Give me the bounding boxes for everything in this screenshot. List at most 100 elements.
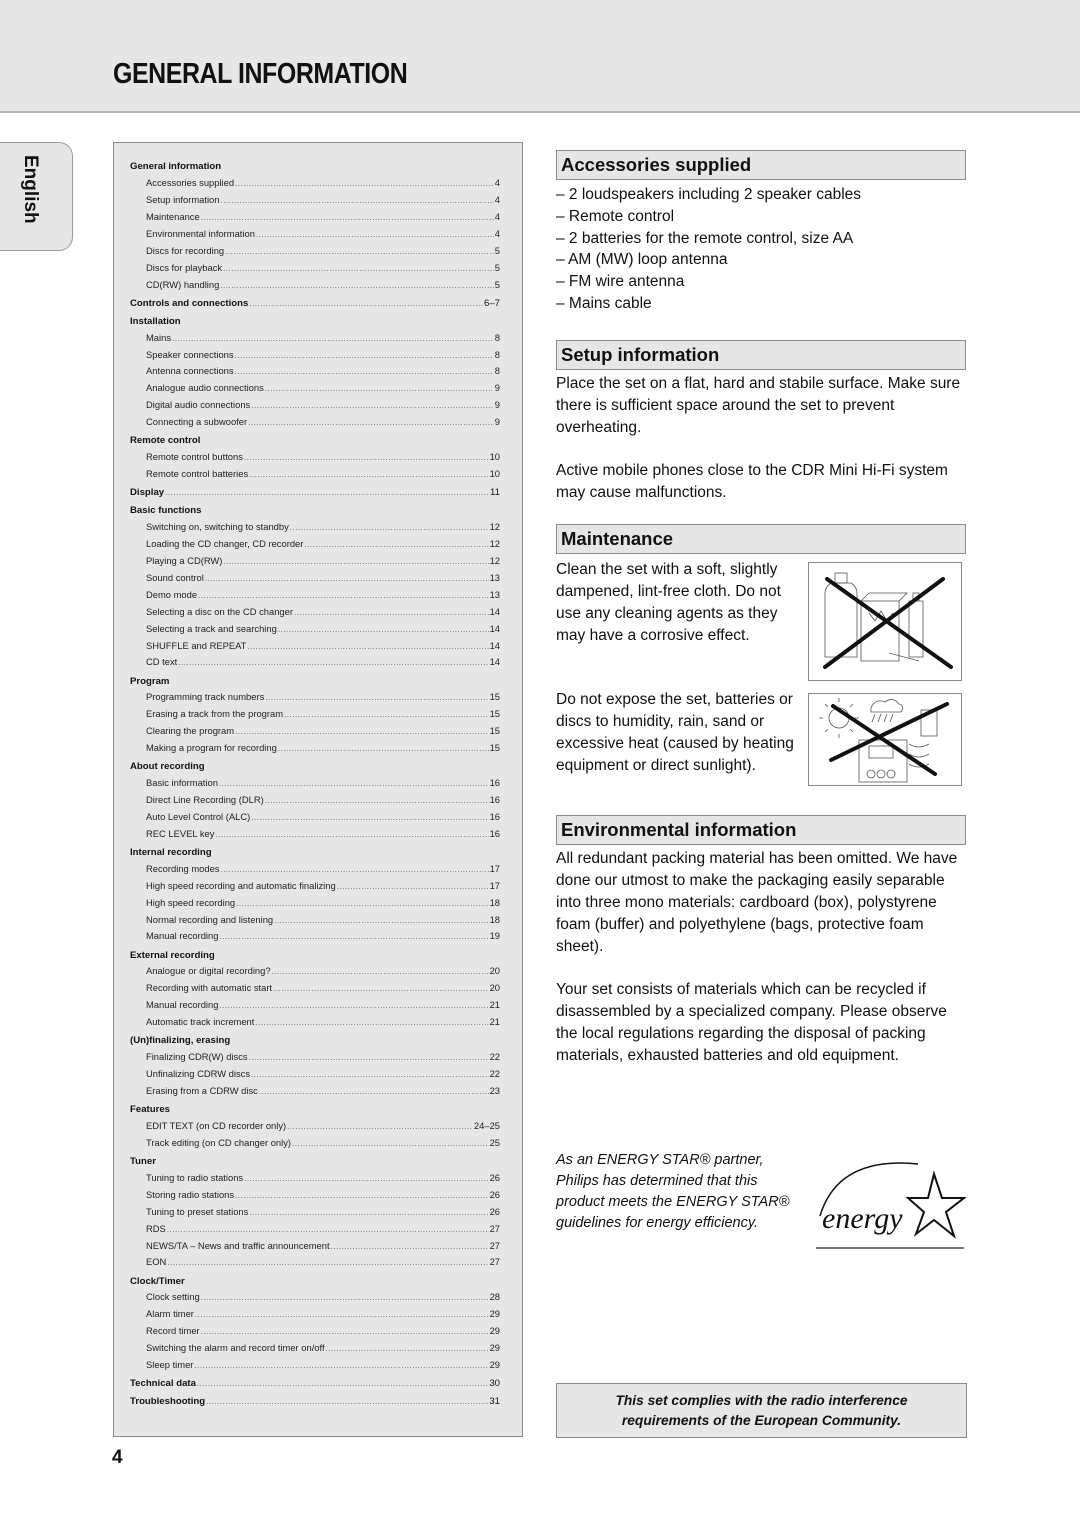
toc-entry[interactable]: Recording with automatic start 20 xyxy=(130,980,500,997)
toc-page-number: 21 xyxy=(489,1016,500,1028)
toc-entry[interactable]: Accessories supplied 4 xyxy=(130,175,500,192)
toc-heading[interactable]: About recording xyxy=(130,759,500,775)
toc-entry[interactable]: Sound control 13 xyxy=(130,570,500,587)
toc-page-number: 26 xyxy=(489,1188,500,1200)
toc-entry[interactable]: High speed recording and automatic final… xyxy=(130,878,500,895)
section-heading-setup: Setup information xyxy=(556,339,966,370)
toc-entry[interactable]: Antenna connections 8 xyxy=(130,363,500,380)
toc-entry[interactable]: Manual recording 21 xyxy=(130,997,500,1014)
toc-heading-label: (Un)finalizing, erasing xyxy=(130,1035,231,1047)
toc-entry-label: Sleep timer xyxy=(146,1359,194,1371)
toc-heading[interactable]: Installation xyxy=(130,314,500,330)
toc-entry[interactable]: Environmental information 4 xyxy=(130,226,500,243)
toc-entry[interactable]: Speaker connections 8 xyxy=(130,347,500,364)
toc-entry-label: Maintenance xyxy=(146,210,200,222)
toc-leader xyxy=(251,809,488,826)
toc-entry[interactable]: Programming track numbers 15 xyxy=(130,689,500,706)
toc-entry[interactable]: Remote control batteries 10 xyxy=(130,466,500,483)
toc-entry[interactable]: REC LEVEL key 16 xyxy=(130,826,500,843)
toc-entry[interactable]: Remote control buttons 10 xyxy=(130,449,500,466)
toc-entry[interactable]: EDIT TEXT (on CD recorder only) 24–25 xyxy=(130,1118,500,1135)
toc-page-number: 9 xyxy=(494,399,500,411)
toc-group: (Un)finalizing, erasing Finalizing CDR(W)… xyxy=(130,1033,500,1100)
toc-entry[interactable]: Sleep timer 29 xyxy=(130,1357,500,1374)
toc-heading-label: Troubleshooting xyxy=(130,1396,206,1408)
section-heading-environmental: Environmental information xyxy=(556,814,966,845)
toc-entry[interactable]: Demo mode 13 xyxy=(130,587,500,604)
toc-entry[interactable]: Loading the CD changer, CD recorder 12 xyxy=(130,536,500,553)
toc-entry[interactable]: Setup information 4 xyxy=(130,192,500,209)
toc-entry[interactable]: Tuning to radio stations 26 xyxy=(130,1170,500,1187)
toc-heading[interactable]: Features xyxy=(130,1102,500,1118)
no-heat-humidity-illustration xyxy=(808,692,962,786)
toc-entry[interactable]: Direct Line Recording (DLR) 16 xyxy=(130,792,500,809)
toc-page-number: 29 xyxy=(489,1308,500,1320)
toc-entry[interactable]: Track editing (on CD changer only) 25 xyxy=(130,1135,500,1152)
toc-heading[interactable]: Program xyxy=(130,674,500,690)
toc-entry[interactable]: Storing radio stations 26 xyxy=(130,1187,500,1204)
toc-heading-label: Features xyxy=(130,1104,170,1116)
toc-entry[interactable]: Selecting a disc on the CD changer 14 xyxy=(130,604,500,621)
toc-heading[interactable]: Tuner xyxy=(130,1154,500,1170)
toc-entry[interactable]: Switching the alarm and record timer on/… xyxy=(130,1340,500,1357)
toc-entry[interactable]: Switching on, switching to standby 12 xyxy=(130,519,500,536)
toc-heading[interactable]: Display 11 xyxy=(130,485,500,501)
toc-entry[interactable]: Auto Level Control (ALC) 16 xyxy=(130,809,500,826)
toc-entry[interactable]: Connecting a subwoofer 9 xyxy=(130,414,500,431)
toc-entry[interactable]: Manual recording 19 xyxy=(130,928,500,945)
toc-heading[interactable]: Troubleshooting 31 xyxy=(130,1394,500,1410)
toc-entry-label: Manual recording xyxy=(146,999,219,1011)
toc-group: Clock/Timer Clock setting28Alarm timer29R… xyxy=(130,1274,500,1374)
toc-entry-label: Switching the alarm and record timer on/… xyxy=(146,1342,325,1354)
toc-heading[interactable]: Clock/Timer xyxy=(130,1274,500,1290)
toc-entry[interactable]: Selecting a track and searching 14 xyxy=(130,621,500,638)
toc-heading[interactable]: General information xyxy=(130,159,500,175)
toc-heading[interactable]: Basic functions xyxy=(130,503,500,519)
toc-page-number: 20 xyxy=(489,982,500,994)
toc-entry[interactable]: Analogue audio connections 9 xyxy=(130,380,500,397)
toc-heading[interactable]: Controls and connections 6–7 xyxy=(130,296,500,312)
toc-entry[interactable]: Automatic track increment 21 xyxy=(130,1014,500,1031)
toc-entry[interactable]: Digital audio connections 9 xyxy=(130,397,500,414)
toc-entry[interactable]: Clock setting 28 xyxy=(130,1289,500,1306)
toc-entry[interactable]: CD(RW) handling 5 xyxy=(130,277,500,294)
toc-entry[interactable]: Playing a CD(RW) 12 xyxy=(130,553,500,570)
no-cleaning-agents-illustration xyxy=(808,561,962,681)
toc-page-number: 28 xyxy=(489,1291,500,1303)
toc-entry[interactable]: Discs for playback 5 xyxy=(130,260,500,277)
language-tab[interactable]: English xyxy=(0,142,73,251)
toc-heading-label: Clock/Timer xyxy=(130,1275,185,1287)
toc-entry[interactable]: Erasing a track from the program 15 xyxy=(130,706,500,723)
toc-entry[interactable]: Erasing from a CDRW disc 23 xyxy=(130,1083,500,1100)
toc-entry[interactable]: Making a program for recording 15 xyxy=(130,740,500,757)
toc-entry[interactable]: Alarm timer 29 xyxy=(130,1306,500,1323)
toc-heading[interactable]: Internal recording xyxy=(130,845,500,861)
toc-entry[interactable]: Basic information 16 xyxy=(130,775,500,792)
toc-leader xyxy=(235,175,494,192)
toc-entry[interactable]: EON 27 xyxy=(130,1254,500,1271)
toc-entry[interactable]: Maintenance 4 xyxy=(130,209,500,226)
toc-entry[interactable]: High speed recording 18 xyxy=(130,895,500,912)
toc-heading[interactable]: (Un)finalizing, erasing xyxy=(130,1033,500,1049)
toc-entry[interactable]: SHUFFLE and REPEAT 14 xyxy=(130,638,500,655)
maintenance-paragraph-1: Clean the set with a soft, slightly damp… xyxy=(556,560,781,644)
toc-entry[interactable]: RDS 27 xyxy=(130,1221,500,1238)
toc-leader xyxy=(194,1357,488,1374)
toc-entry[interactable]: Finalizing CDR(W) discs 22 xyxy=(130,1049,500,1066)
toc-entry[interactable]: Record timer 29 xyxy=(130,1323,500,1340)
toc-entry[interactable]: Analogue or digital recording? 20 xyxy=(130,963,500,980)
toc-entry[interactable]: Clearing the program 15 xyxy=(130,723,500,740)
toc-page-number: 5 xyxy=(494,278,500,290)
toc-heading[interactable]: Technical data 30 xyxy=(130,1376,500,1392)
toc-entry[interactable]: CD text 14 xyxy=(130,654,500,671)
toc-entry[interactable]: Recording modes 17 xyxy=(130,861,500,878)
toc-entry[interactable]: Discs for recording 5 xyxy=(130,243,500,260)
toc-heading[interactable]: Remote control xyxy=(130,433,500,449)
toc-entry[interactable]: Normal recording and listening 18 xyxy=(130,912,500,929)
toc-heading[interactable]: External recording xyxy=(130,948,500,964)
toc-entry[interactable]: Mains 8 xyxy=(130,330,500,347)
toc-entry[interactable]: Tuning to preset stations 26 xyxy=(130,1204,500,1221)
toc-leader xyxy=(251,397,494,414)
toc-entry[interactable]: NEWS/TA – News and traffic announcement 2… xyxy=(130,1238,500,1255)
toc-entry[interactable]: Unfinalizing CDRW discs 22 xyxy=(130,1066,500,1083)
